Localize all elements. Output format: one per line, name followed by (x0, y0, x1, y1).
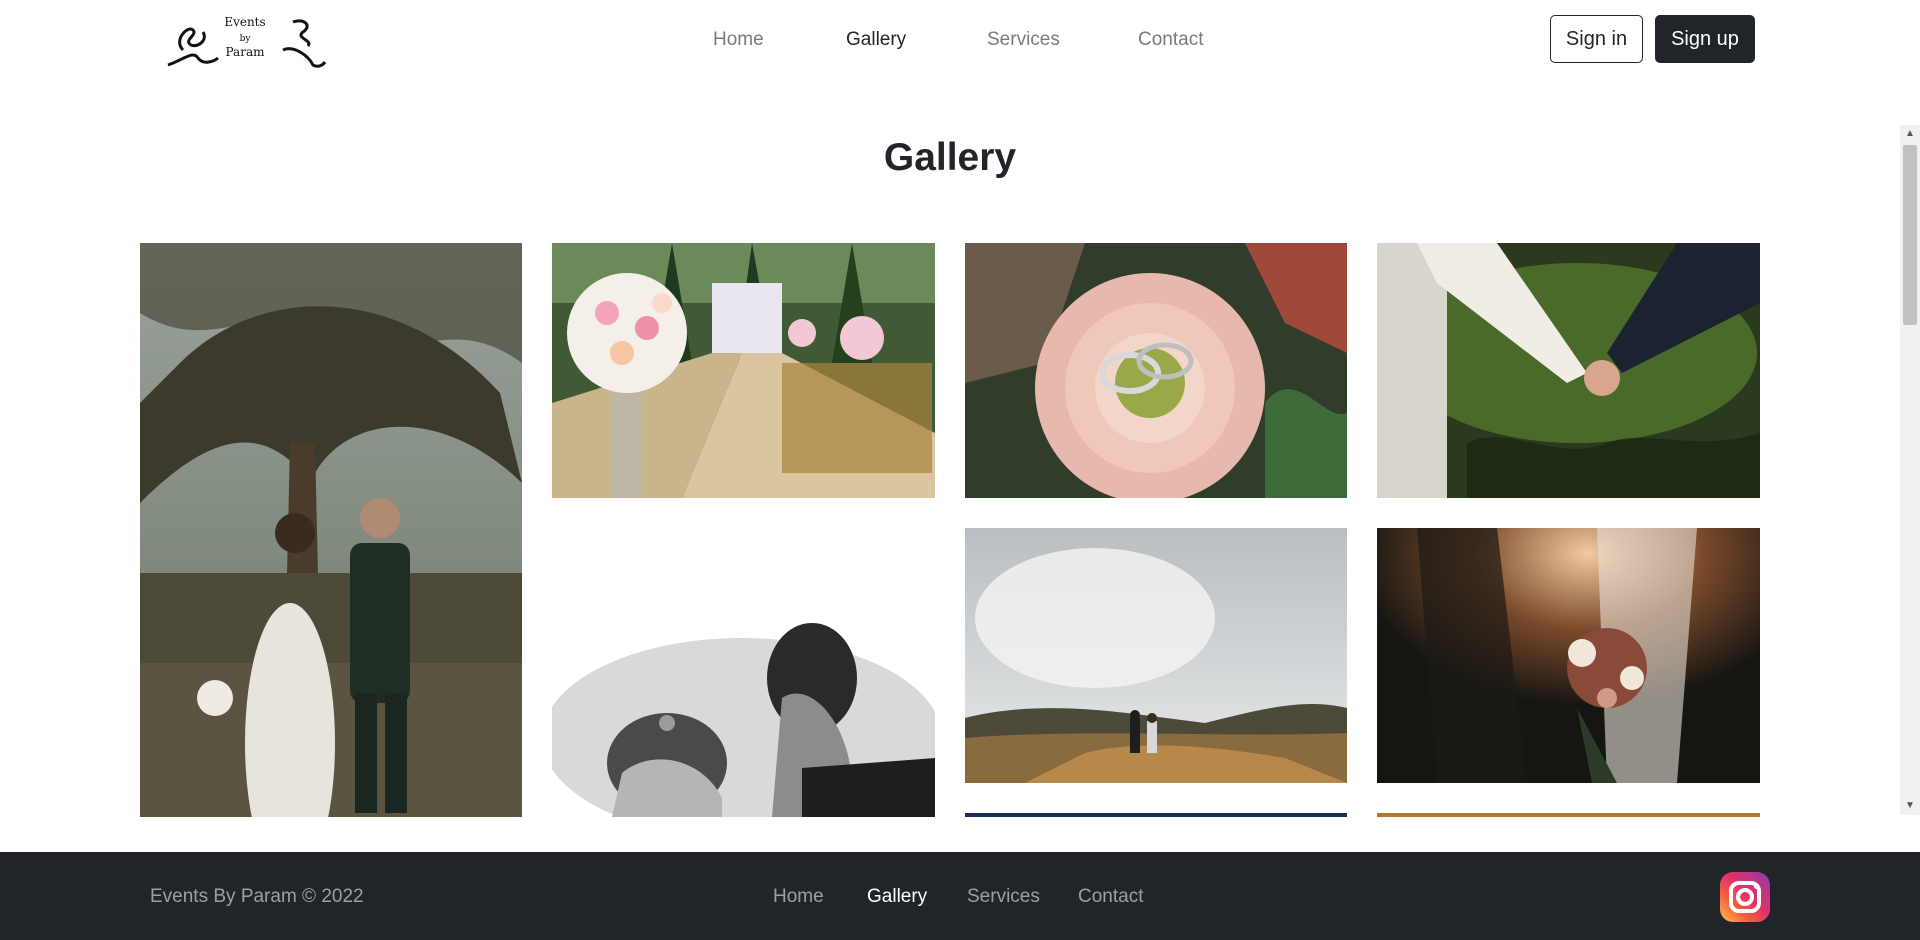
black-white-couple-photo[interactable] (552, 528, 935, 817)
couple-palm-tree-photo[interactable] (140, 243, 522, 817)
rings-on-flower-photo[interactable] (965, 243, 1347, 498)
scrollbar-thumb[interactable] (1903, 145, 1917, 325)
bouquet-sunlight-photo[interactable] (1377, 528, 1760, 783)
footer-home-link[interactable]: Home (773, 886, 824, 908)
copyright-text: Events By Param © 2022 (150, 886, 364, 907)
sign-up-button[interactable]: Sign up (1655, 15, 1755, 63)
aisle-flowers-photo[interactable] (552, 243, 935, 498)
site-footer: Events By Param © 2022 Home Gallery Serv… (0, 852, 1920, 940)
nav-services-link[interactable]: Services (987, 26, 1060, 54)
site-header: Events by Param Home Gallery Services Co… (0, 0, 1920, 80)
instagram-icon[interactable] (1720, 872, 1770, 922)
next-row-photo-left[interactable] (965, 813, 1347, 817)
main-content: Gallery (0, 80, 1920, 852)
scroll-up-arrow-icon[interactable]: ▲ (1900, 125, 1920, 143)
next-row-photo-right[interactable] (1377, 813, 1760, 817)
nav-gallery-link[interactable]: Gallery (846, 26, 906, 54)
nav-contact-link[interactable]: Contact (1138, 26, 1203, 54)
page-title: Gallery (883, 136, 1017, 179)
couple-hillside-photo[interactable] (965, 528, 1347, 783)
footer-contact-link[interactable]: Contact (1078, 886, 1143, 908)
holding-hands-photo[interactable] (1377, 243, 1760, 498)
nav-home-link[interactable]: Home (713, 26, 764, 54)
scroll-down-arrow-icon[interactable]: ▼ (1900, 797, 1920, 815)
footer-services-link[interactable]: Services (967, 886, 1040, 908)
sign-in-button[interactable]: Sign in (1550, 15, 1643, 63)
footer-gallery-link[interactable]: Gallery (867, 886, 927, 908)
